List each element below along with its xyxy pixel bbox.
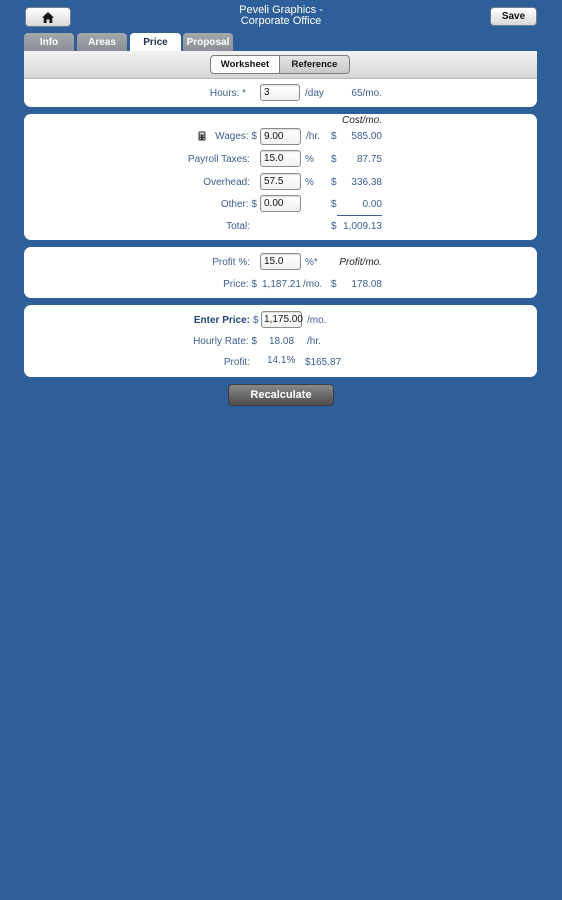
profit-monthly: 178.08 (351, 279, 382, 290)
price-value: 1,187.21 (262, 279, 301, 290)
tab-areas[interactable]: Areas (77, 33, 127, 51)
profit-result-amount: $165.87 (305, 357, 342, 368)
payroll-currency: $ (331, 154, 337, 165)
cost-card: Cost/mo. Wages: $ 9.00 /hr. $ 585.00 Pay… (24, 114, 537, 240)
home-icon (42, 11, 54, 23)
tab-info[interactable]: Info (24, 33, 74, 51)
profit-label: Profit %: (212, 257, 250, 268)
profit-card: Profit %: 15.0 %* Profit/mo. Price: $ 1,… (24, 247, 537, 298)
enter-price-input[interactable]: 1,175.00 (261, 311, 303, 328)
segment-reference[interactable]: Reference (280, 55, 350, 74)
profit-input[interactable]: 15.0 (260, 253, 301, 270)
enter-price-unit: /mo. (307, 315, 327, 326)
hours-unit: /day (305, 88, 324, 99)
overhead-unit: % (305, 177, 314, 188)
total-label: Total: (226, 221, 250, 232)
profit-header: Profit/mo. (339, 257, 382, 268)
price-unit: /mo. (303, 279, 323, 290)
payroll-monthly: 87.75 (356, 154, 382, 165)
page-title: Peveli Graphics - Corporate Office (181, 5, 381, 27)
hourly-rate-unit: /hr. (307, 336, 321, 347)
price-label: Price: $ (223, 279, 257, 290)
payroll-unit: % (305, 154, 314, 165)
tab-price[interactable]: Price (130, 33, 181, 51)
enter-price-card: Enter Price: $ 1,175.00 /mo. Hourly Rate… (24, 305, 537, 377)
payroll-label: Payroll Taxes: (187, 154, 250, 165)
profit-result-percent: 14.1% (267, 355, 296, 366)
profit-result-label: Profit: (223, 357, 250, 368)
profit-unit: %* (305, 257, 318, 268)
hours-input[interactable]: 3 (260, 84, 300, 101)
top-bar: Peveli Graphics - Corporate Office Save (0, 0, 562, 33)
title-line-2: Corporate Office (240, 15, 322, 27)
payroll-input[interactable]: 15.0 (260, 150, 301, 167)
hourly-rate-value: 18.08 (269, 336, 295, 347)
hours-monthly: 65/mo. (351, 88, 382, 99)
overhead-label: Overhead: (203, 177, 250, 188)
other-label: Other: $ (220, 199, 257, 210)
total-currency: $ (331, 221, 337, 232)
wages-currency: $ (331, 131, 337, 142)
tab-proposal[interactable]: Proposal (183, 33, 233, 51)
other-currency: $ (331, 199, 337, 210)
segment-bar: Worksheet Reference (24, 51, 537, 79)
wages-input[interactable]: 9.00 (260, 128, 301, 145)
save-button[interactable]: Save (490, 7, 537, 26)
wages-label: Wages: $ (215, 131, 257, 142)
wages-monthly: 585.00 (351, 131, 382, 142)
overhead-currency: $ (331, 177, 337, 188)
home-button[interactable] (25, 7, 71, 27)
cost-header: Cost/mo. (341, 115, 382, 126)
total-monthly: 1,009.13 (343, 221, 382, 232)
segment-worksheet[interactable]: Worksheet (210, 55, 280, 74)
other-input[interactable]: 0.00 (260, 195, 301, 212)
other-monthly: 0.00 (362, 199, 382, 210)
recalculate-button[interactable]: Recalculate (228, 384, 334, 406)
enter-price-label: Enter Price: (193, 315, 250, 326)
profit-currency: $ (331, 279, 337, 290)
enter-price-currency: $ (253, 315, 259, 326)
overhead-monthly: 336.38 (351, 177, 382, 188)
hours-card: Hours: * 3 /day 65/mo. (24, 79, 537, 107)
calculator-icon[interactable] (198, 131, 206, 141)
hours-label: Hours: * (209, 88, 246, 99)
wages-unit: /hr. (306, 131, 320, 142)
overhead-input[interactable]: 57.5 (260, 173, 301, 190)
hourly-rate-label: Hourly Rate: $ (193, 336, 257, 347)
total-divider (337, 215, 382, 216)
